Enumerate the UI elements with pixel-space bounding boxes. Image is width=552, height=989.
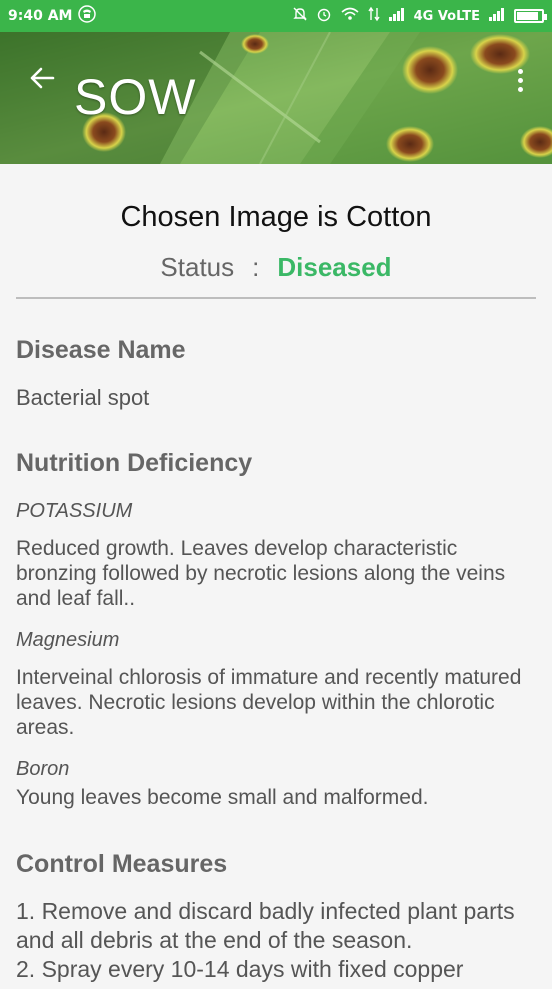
control-measures-text: 1. Remove and discard badly infected pla… (16, 897, 536, 984)
chosen-image-text: Chosen Image is Cotton (120, 201, 432, 233)
phone-icon (78, 5, 97, 27)
nutrient-description: Young leaves become small and malformed. (16, 786, 429, 809)
divider (16, 297, 536, 299)
overflow-menu-button[interactable] (510, 62, 530, 98)
control-measures-heading: Control Measures (16, 850, 228, 878)
nutrient-name: Boron (16, 758, 70, 780)
disease-name-value: Bacterial spot (16, 385, 150, 410)
back-button[interactable] (22, 60, 62, 96)
arrow-back-icon (30, 67, 55, 89)
nutrient-name: POTASSIUM (16, 500, 133, 522)
network-type: 4G VoLTE (413, 8, 480, 24)
nutrient-description: Interveinal chlorosis of immature and re… (16, 666, 522, 739)
signal-icon-2 (488, 7, 506, 25)
alarm-icon (316, 6, 332, 26)
control-measure-line: 2. Spray every 10-14 days with fixed cop… (16, 956, 464, 982)
mute-icon (292, 6, 308, 26)
control-measure-line: 1. Remove and discard badly infected pla… (16, 898, 515, 953)
signal-icon (388, 7, 406, 25)
app-header: SOW (0, 32, 552, 164)
result-content: Chosen Image is Cotton Status: Diseased D… (0, 164, 552, 984)
more-vert-icon (517, 68, 523, 74)
nutrition-deficiency-heading: Nutrition Deficiency (16, 449, 253, 477)
nutrient-description: Reduced growth. Leaves develop character… (16, 537, 506, 610)
status-row: Status: Diseased (16, 252, 536, 283)
nutrient-name: Magnesium (16, 629, 120, 651)
app-title: SOW (74, 69, 197, 125)
disease-name-heading: Disease Name (16, 336, 186, 364)
battery-icon (514, 9, 547, 23)
status-time: 9:40 AM (8, 8, 73, 24)
status-value: Diseased (277, 252, 392, 282)
status-separator: : (252, 252, 260, 282)
status-bar: 9:40 AM 4G VoLTE (0, 0, 552, 32)
data-transfer-icon (368, 6, 380, 26)
status-label: Status (160, 252, 235, 282)
wifi-icon (340, 6, 360, 26)
